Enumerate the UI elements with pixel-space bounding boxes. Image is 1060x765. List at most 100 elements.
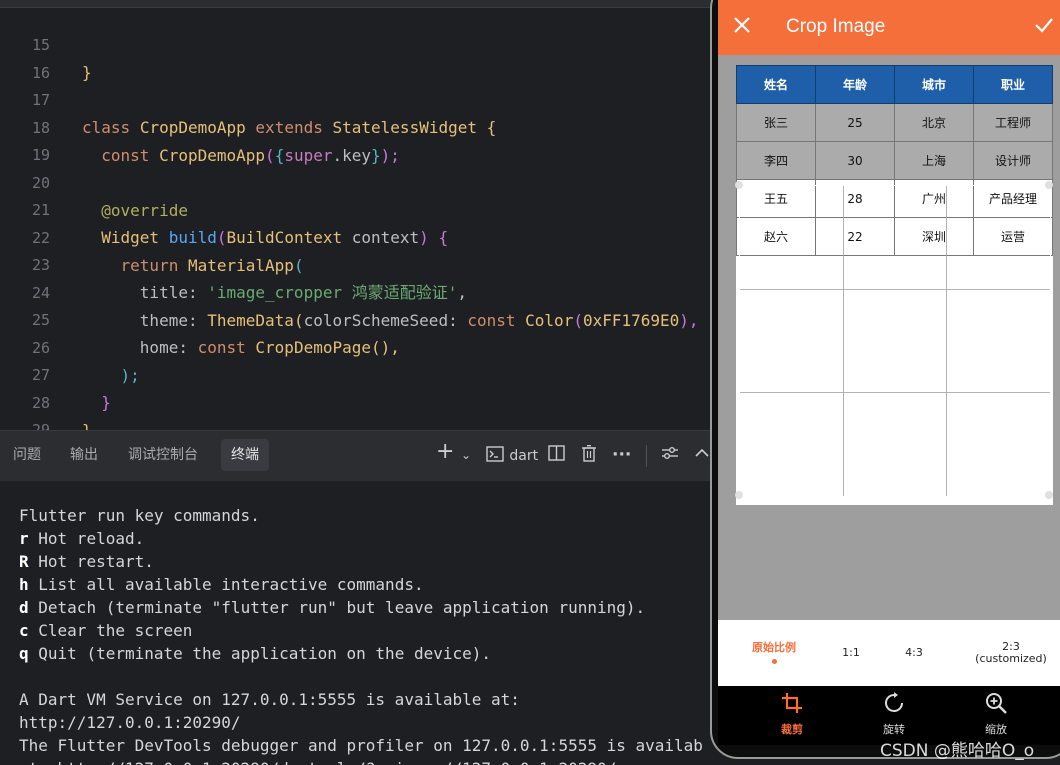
crop-area[interactable]: 姓名 年龄 城市 职业 张三 25 北京 工程师 李四 30 上海 设计师 王五…: [718, 55, 1060, 620]
selected-dot: [771, 659, 777, 664]
code-line-18: 18 const CropDemoApp({super.key});: [0, 88, 400, 165]
crop-handle[interactable]: [1045, 491, 1053, 499]
code-token: (: [293, 256, 304, 275]
code-token: StatelessWidget: [332, 118, 478, 137]
new-terminal-icon[interactable]: +: [436, 441, 454, 463]
crop-handle[interactable]: [735, 181, 743, 189]
nav-zoom[interactable]: 缩放: [956, 692, 1036, 737]
table-cell: 北京: [894, 103, 974, 142]
table-cell: 张三: [736, 103, 816, 142]
aspect-sublabel: (customized): [975, 652, 1047, 665]
code-line-26: 26 );: [0, 308, 140, 385]
close-icon[interactable]: [733, 12, 751, 40]
check-icon[interactable]: [1034, 12, 1054, 40]
terminal-text: Hot reload.: [28, 529, 145, 548]
tab-debug-console[interactable]: 调试控制台: [118, 439, 208, 471]
code-token: const: [197, 338, 246, 357]
aspect-original-button[interactable]: 原始比例: [736, 620, 812, 686]
code-token: CropDemoPage: [255, 338, 371, 357]
crop-handle[interactable]: [735, 491, 743, 499]
terminal-line: q Quit (terminate the application on the…: [19, 642, 491, 665]
terminal-line: The Flutter DevTools debugger and profil…: [19, 736, 703, 755]
aspect-label: 原始比例: [752, 641, 796, 654]
code-line-24: 24 theme: ThemeData(colorSchemeSeed: con…: [0, 253, 699, 330]
table-header-cell: 职业: [973, 65, 1053, 104]
chevron-up-icon[interactable]: [694, 445, 710, 465]
code-token: BuildContext: [226, 228, 343, 247]
panel-tabs: 问题 输出 调试控制台 终端 + ⌄ dart ···: [0, 431, 716, 481]
aspect-label: 4:3: [905, 646, 923, 659]
code-token: (: [293, 311, 304, 330]
code-token: colorSchemeSeed:: [303, 311, 468, 330]
shortcut-key: h: [19, 575, 29, 594]
zoom-icon: [956, 692, 1036, 721]
aspect-4-3-button[interactable]: 4:3: [886, 620, 942, 686]
code-line-23: 23 title: 'image_cropper 鸿蒙适配验证',: [0, 225, 467, 302]
crop-frame[interactable]: [739, 185, 1051, 497]
code-token: ),: [679, 311, 699, 330]
terminal-line: R Hot restart.: [19, 550, 154, 573]
table-header-cell: 城市: [894, 65, 974, 104]
terminal-line: r Hot reload.: [19, 527, 144, 550]
code-token: (: [265, 146, 275, 165]
code-token: (: [573, 311, 583, 330]
code-token: ,: [457, 283, 468, 302]
code-token: build: [168, 228, 217, 247]
code-token: {: [486, 118, 497, 137]
code-token: return: [120, 256, 179, 275]
terminal-line: h List all available interactive command…: [19, 573, 424, 596]
terminal-icon: [486, 446, 504, 462]
code-token: }: [82, 63, 92, 82]
terminal-line: d Detach (terminate "flutter run" but le…: [19, 596, 645, 619]
terminal-output[interactable]: Flutter run key commands. r Hot reload. …: [0, 481, 716, 765]
phone-screen: Crop Image 姓名 年龄 城市 职业 张三 25 北京 工程师 李四 3…: [718, 0, 1060, 745]
code-token: MaterialApp: [187, 256, 294, 275]
code-line-22: 22 return MaterialApp(: [0, 198, 304, 275]
terminal-shell-selector[interactable]: dart: [486, 445, 538, 466]
settings-sliders-icon[interactable]: [661, 445, 679, 466]
more-icon[interactable]: ···: [612, 445, 631, 465]
code-token: {: [274, 146, 285, 165]
tab-output[interactable]: 输出: [60, 439, 108, 471]
code-token: (: [216, 228, 227, 247]
table-row: 李四 30 上海 设计师: [736, 141, 1053, 180]
terminal-text: Detach (terminate "flutter run" but leav…: [28, 598, 646, 617]
code-line-19: 19: [0, 115, 50, 164]
aspect-2-3-button[interactable]: 2:3 (customized): [956, 620, 1060, 686]
code-token: }: [82, 421, 92, 430]
nav-crop[interactable]: 裁剪: [752, 692, 832, 737]
code-token: ): [419, 228, 429, 247]
aspect-1-1-button[interactable]: 1:1: [823, 620, 879, 686]
tab-problems[interactable]: 问题: [3, 439, 51, 471]
nav-label: 旋转: [883, 723, 905, 736]
terminal-text: Quit (terminate the application on the d…: [28, 644, 492, 663]
tab-terminal[interactable]: 终端: [221, 439, 269, 471]
code-line-17: 17 class CropDemoApp extends StatelessWi…: [0, 60, 496, 137]
table-cell: 30: [815, 141, 895, 180]
split-terminal-icon[interactable]: [548, 445, 565, 466]
toolbar-divider: [646, 445, 647, 467]
crop-grid-line: [843, 186, 844, 496]
table-header-cell: 姓名: [736, 65, 816, 104]
code-editor[interactable]: 15 } 16 17 class CropDemoApp extends Sta…: [0, 0, 716, 430]
terminal-text: Clear the screen: [28, 621, 193, 640]
shortcut-key: r: [19, 529, 29, 548]
shortcut-key: R: [19, 552, 29, 571]
chevron-down-icon[interactable]: ⌄: [461, 445, 471, 465]
code-token: home:: [139, 338, 198, 357]
crop-icon: [752, 692, 832, 721]
code-token: const: [101, 146, 150, 165]
shell-label: dart: [509, 448, 539, 464]
terminal-link[interactable]: http://127.0.0.1:20290/: [19, 711, 241, 734]
crop-handle[interactable]: [1045, 181, 1053, 189]
code-token: context: [342, 228, 420, 247]
nav-rotate[interactable]: 旋转: [854, 692, 934, 737]
code-token: ThemeData: [207, 311, 294, 330]
code-token: Color: [525, 311, 574, 330]
terminal-line: Flutter run key commands.: [19, 506, 260, 525]
code-token: class: [82, 118, 131, 137]
code-line-25: 25 home: const CropDemoPage(),: [0, 280, 400, 357]
trash-icon[interactable]: [581, 444, 597, 467]
code-token: (),: [371, 338, 400, 357]
code-token: .key: [332, 146, 372, 165]
